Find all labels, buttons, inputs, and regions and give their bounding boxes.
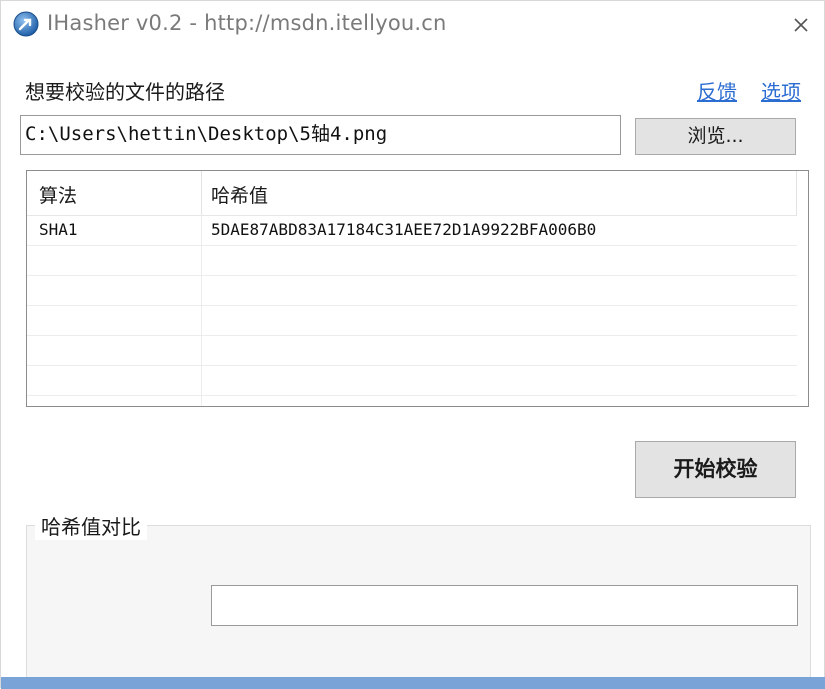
feedback-link[interactable]: 反馈 [697, 76, 737, 105]
start-verify-button[interactable]: 开始校验 [635, 441, 796, 498]
list-header: 算法 哈希值 [27, 171, 797, 216]
row-algorithm-cell: SHA1 [39, 220, 78, 239]
column-divider[interactable] [796, 171, 797, 215]
window-title: IHasher v0.2 - http://msdn.itellyou.cn [47, 11, 447, 35]
table-row[interactable]: SHA1 5DAE87ABD83A17184C31AEE72D1A9922BFA… [27, 216, 797, 246]
bottom-accent-strip [1, 677, 825, 689]
column-header-algorithm[interactable]: 算法 [39, 181, 77, 208]
table-row-empty [27, 306, 797, 336]
hash-result-list[interactable]: 算法 哈希值 SHA1 5DAE87ABD83A17184C31AEE72D1A… [26, 170, 809, 407]
file-path-input[interactable]: C:\Users\hettin\Desktop\5轴4.png [20, 115, 621, 155]
browse-button[interactable]: 浏览... [635, 118, 796, 155]
column-divider[interactable] [201, 171, 202, 215]
column-header-hash[interactable]: 哈希值 [211, 181, 268, 208]
app-window: IHasher v0.2 - http://msdn.itellyou.cn 想… [0, 0, 825, 689]
table-row-empty [27, 276, 797, 306]
table-row-empty [27, 336, 797, 366]
title-bar[interactable]: IHasher v0.2 - http://msdn.itellyou.cn [1, 1, 824, 49]
compare-hash-input[interactable] [211, 585, 798, 626]
hash-compare-title: 哈希值对比 [35, 511, 147, 540]
row-hash-cell: 5DAE87ABD83A17184C31AEE72D1A9922BFA006B0 [211, 220, 597, 239]
file-path-label: 想要校验的文件的路径 [25, 80, 225, 104]
table-row-empty [27, 366, 797, 396]
options-link[interactable]: 选项 [761, 76, 801, 105]
close-icon[interactable] [787, 11, 815, 39]
app-logo-icon [13, 11, 39, 37]
table-row-empty [27, 246, 797, 276]
